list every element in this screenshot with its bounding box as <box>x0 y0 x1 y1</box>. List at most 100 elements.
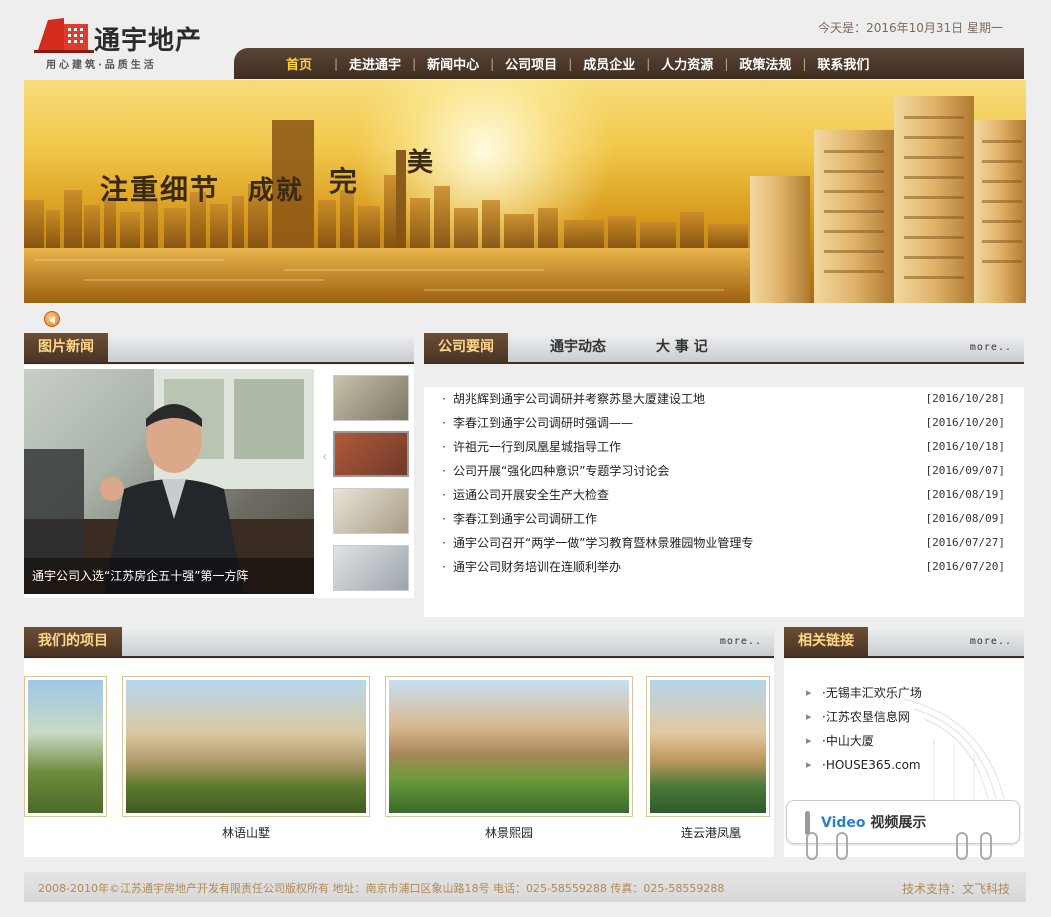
thumbnail-4[interactable] <box>333 545 409 591</box>
projects-more-link[interactable]: more.. <box>720 636 762 647</box>
video-section[interactable]: Video 视频展示 <box>784 798 1024 876</box>
nav-link-7[interactable]: 联系我们 <box>806 54 880 73</box>
nav-link-4[interactable]: 成员企业 <box>572 54 646 73</box>
banner-headline-4: 美 <box>407 148 436 178</box>
link-item[interactable]: ▸ ·江苏农垦信息网 <box>806 708 922 732</box>
nav-item: 联系我们 <box>806 54 880 73</box>
nav-link-2[interactable]: 新闻中心 <box>416 54 490 73</box>
footer: 2008-2010年©江苏通宇房地产开发有限责任公司版权所有 地址：南京市浦口区… <box>24 872 1026 902</box>
project-label-1[interactable]: 林语山墅 <box>122 824 370 841</box>
ring-icon <box>806 832 818 860</box>
news-list: · 胡兆辉到通宇公司调研并考察苏垦大厦建设工地 [2016/10/28] · 李春江到通… <box>440 390 1005 582</box>
tab-chronicle[interactable]: 大 事 记 <box>656 333 708 362</box>
video-prefix: Video <box>821 815 866 831</box>
project-image-3[interactable] <box>646 676 770 817</box>
banner-headline-2: 成就 <box>248 176 305 206</box>
link-label[interactable]: ·无锡丰汇欢乐广场 <box>822 686 922 700</box>
projects-header: 我们的项目 more.. <box>24 627 774 658</box>
bullet-icon: · <box>442 512 446 526</box>
nav-item: 公司项目 <box>494 54 568 73</box>
bullet-icon: · <box>442 416 446 430</box>
speaker-icon[interactable] <box>44 311 60 327</box>
thumbnail-2[interactable] <box>333 431 409 477</box>
arrow-right-icon: ▸ <box>806 686 812 699</box>
news-date: [2016/08/09] <box>925 512 1005 525</box>
logo[interactable]: 通宇地产 用心建筑·品质生活 <box>34 14 214 72</box>
news-item[interactable]: · 通宇公司召开“两学一做”学习教育暨林景雅园物业管理专 [2016/07/27] <box>440 534 1005 558</box>
links-more-link[interactable]: more.. <box>970 636 1012 647</box>
news-item[interactable]: · 李春江到通宇公司调研工作 [2016/08/09] <box>440 510 1005 534</box>
picture-news-caption: 通宇公司入选“江苏房企五十强”第一方阵 <box>24 558 314 594</box>
nav-link-6[interactable]: 政策法规 <box>728 54 802 73</box>
thumbnail-1[interactable] <box>333 375 409 421</box>
news-title[interactable]: 运通公司开展安全生产大检查 <box>453 486 609 504</box>
brand-name: 通宇地产 <box>94 26 203 56</box>
main-nav: 首页 | 走进通宇 | 新闻中心 | 公司项目 | 成员企业 | 人力资源 | 政策法规 | 联系我们 <box>234 48 1024 79</box>
video-label: 视频展示 <box>870 815 927 831</box>
project-label-3[interactable]: 连云港凤凰 <box>646 824 776 841</box>
news-title[interactable]: 许祖元一行到凤凰星城指导工作 <box>453 438 621 456</box>
nav-link-3[interactable]: 公司项目 <box>494 54 568 73</box>
nav-link-1[interactable]: 走进通宇 <box>338 54 412 73</box>
link-item[interactable]: ▸ ·中山大厦 <box>806 732 922 756</box>
news-item[interactable]: · 胡兆辉到通宇公司调研并考察苏垦大厦建设工地 [2016/10/28] <box>440 390 1005 414</box>
footer-support[interactable]: 技术支持：文飞科技 <box>902 880 1010 897</box>
ring-icon <box>836 832 848 860</box>
link-item[interactable]: ▸ ·无锡丰汇欢乐广场 <box>806 684 922 708</box>
hero-banner: 注重细节 成就 完 美 <box>24 80 1026 303</box>
nav-link-5[interactable]: 人力资源 <box>650 54 724 73</box>
tab-company-news[interactable]: 公司要闻 <box>424 333 508 362</box>
ring-icon <box>956 832 968 860</box>
footer-copyright: 2008-2010年©江苏通宇房地产开发有限责任公司版权所有 地址：南京市浦口区… <box>38 882 725 895</box>
links-title: 相关链接 <box>784 627 868 656</box>
news-date: [2016/10/18] <box>925 440 1005 453</box>
project-label-2[interactable]: 林景熙园 <box>385 824 633 841</box>
news-title[interactable]: 公司开展“强化四种意识”专题学习讨论会 <box>453 462 669 480</box>
project-image-1[interactable] <box>122 676 370 817</box>
link-item[interactable]: ▸ ·HOUSE365.com <box>806 756 922 780</box>
news-title[interactable]: 李春江到通宇公司调研时强调—— <box>453 414 633 432</box>
projects-title: 我们的项目 <box>24 627 122 656</box>
news-title[interactable]: 通宇公司财务培训在连顺利举办 <box>453 558 621 576</box>
nav-item: 首页 <box>264 54 334 73</box>
link-label[interactable]: ·江苏农垦信息网 <box>822 710 910 724</box>
news-item[interactable]: · 公司开展“强化四种意识”专题学习讨论会 [2016/09/07] <box>440 462 1005 486</box>
picture-news-header: 图片新闻 <box>24 333 414 364</box>
bullet-icon: · <box>442 440 446 454</box>
nav-item: 新闻中心 <box>416 54 490 73</box>
prev-arrow-icon[interactable]: ‹ <box>322 449 328 465</box>
nav-link-0[interactable]: 首页 <box>264 54 334 73</box>
project-image-2[interactable] <box>385 676 633 817</box>
nav-item: 走进通宇 <box>338 54 412 73</box>
picture-news-image[interactable]: 通宇公司入选“江苏房企五十强”第一方阵 <box>24 369 314 594</box>
news-date: [2016/10/20] <box>925 416 1005 429</box>
brand-slogan: 用心建筑·品质生活 <box>46 60 157 71</box>
project-image-0[interactable] <box>24 676 107 817</box>
news-title[interactable]: 李春江到通宇公司调研工作 <box>453 510 597 528</box>
nav-item: 人力资源 <box>650 54 724 73</box>
banner-headline-3: 完 <box>329 165 360 198</box>
news-date: [2016/07/27] <box>925 536 1005 549</box>
bullet-icon: · <box>442 560 446 574</box>
arrow-right-icon: ▸ <box>806 734 812 747</box>
news-item[interactable]: · 通宇公司财务培训在连顺利举办 [2016/07/20] <box>440 558 1005 582</box>
news-title[interactable]: 通宇公司召开“两学一做”学习教育暨林景雅园物业管理专 <box>453 534 753 552</box>
arrow-right-icon: ▸ <box>806 758 812 771</box>
tab-tongyu-dynamics[interactable]: 通宇动态 <box>550 333 606 362</box>
links-list: ▸ ·无锡丰汇欢乐广场 ▸ ·江苏农垦信息网 ▸ ·中山大厦 ▸ ·HOUSE365.com <box>806 684 922 780</box>
news-item[interactable]: · 李春江到通宇公司调研时强调—— [2016/10/20] <box>440 414 1005 438</box>
current-date: 今天是：2016年10月31日 星期一 <box>818 21 1003 35</box>
nav-item: 成员企业 <box>572 54 646 73</box>
nav-item: 政策法规 <box>728 54 802 73</box>
news-item[interactable]: · 许祖元一行到凤凰星城指导工作 [2016/10/18] <box>440 438 1005 462</box>
news-item[interactable]: · 运通公司开展安全生产大检查 [2016/08/19] <box>440 486 1005 510</box>
news-title[interactable]: 胡兆辉到通宇公司调研并考察苏垦大厦建设工地 <box>453 390 705 408</box>
news-date: [2016/10/28] <box>925 392 1005 405</box>
link-label[interactable]: ·中山大厦 <box>822 734 874 748</box>
thumbnail-3[interactable] <box>333 488 409 534</box>
bullet-icon: · <box>442 536 446 550</box>
link-label[interactable]: ·HOUSE365.com <box>822 758 921 772</box>
arrow-right-icon: ▸ <box>806 710 812 723</box>
news-more-link[interactable]: more.. <box>970 342 1012 353</box>
picture-news-title: 图片新闻 <box>24 333 108 362</box>
